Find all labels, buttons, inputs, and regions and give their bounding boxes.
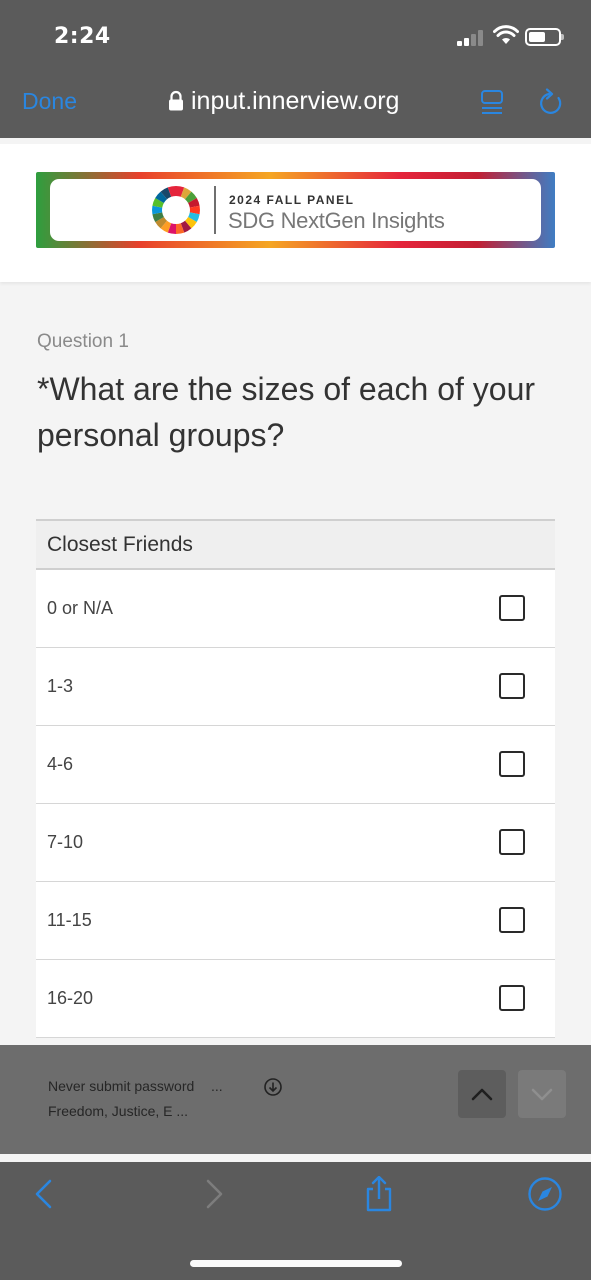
checkbox[interactable] bbox=[499, 829, 525, 855]
signal-icon bbox=[457, 28, 485, 46]
previous-field-button[interactable] bbox=[458, 1070, 506, 1118]
checkbox[interactable] bbox=[499, 907, 525, 933]
checkbox[interactable] bbox=[499, 751, 525, 777]
reader-mode-icon[interactable] bbox=[480, 88, 504, 118]
autofill-more[interactable]: ... bbox=[211, 1078, 223, 1094]
web-page: 2024 FALL PANEL SDG NextGen Insights Que… bbox=[0, 138, 591, 1045]
table-header: Closest Friends bbox=[36, 519, 555, 570]
form-accessory-bar: Never submit password ... Freedom, Justi… bbox=[0, 1045, 591, 1154]
row-label: 7-10 bbox=[47, 832, 84, 852]
sdg-wheel-logo bbox=[152, 185, 200, 235]
chevron-down-icon bbox=[531, 1088, 553, 1101]
status-bar: 2:24 bbox=[0, 0, 591, 70]
compass-icon[interactable] bbox=[527, 1176, 563, 1212]
checkbox[interactable] bbox=[499, 673, 525, 699]
row-label: 16-20 bbox=[47, 988, 94, 1008]
table-row[interactable]: 0 or N/A bbox=[36, 570, 555, 648]
forward-icon[interactable] bbox=[196, 1176, 232, 1212]
row-label: 1-3 bbox=[47, 676, 74, 696]
banner-card: 2024 FALL PANEL SDG NextGen Insights bbox=[0, 144, 591, 282]
table-row[interactable]: 11-15 bbox=[36, 882, 555, 960]
checkbox[interactable] bbox=[499, 595, 525, 621]
battery-icon bbox=[525, 28, 564, 46]
table-row[interactable]: 16-20 bbox=[36, 960, 555, 1038]
back-icon[interactable] bbox=[26, 1176, 62, 1212]
wifi-icon bbox=[493, 25, 519, 44]
url-text: input.innerview.org bbox=[191, 86, 400, 115]
table-row[interactable]: 4-6 bbox=[36, 726, 555, 804]
done-button[interactable]: Done bbox=[22, 88, 77, 115]
question-number: Question 1 bbox=[37, 331, 129, 352]
banner-divider bbox=[214, 186, 216, 234]
home-indicator[interactable] bbox=[190, 1260, 402, 1267]
down-circle-icon[interactable] bbox=[263, 1077, 283, 1097]
share-icon[interactable] bbox=[361, 1176, 397, 1212]
browser-toolbar bbox=[0, 1162, 591, 1280]
separator bbox=[0, 1154, 591, 1162]
autofill-suggestion[interactable]: Never submit password bbox=[48, 1078, 194, 1094]
lock-icon bbox=[169, 90, 183, 111]
banner-kicker: 2024 FALL PANEL bbox=[229, 193, 355, 207]
address-bar[interactable]: input.innerview.org bbox=[168, 86, 399, 116]
row-label: 0 or N/A bbox=[47, 598, 114, 618]
table-row[interactable]: 7-10 bbox=[36, 804, 555, 882]
reload-icon[interactable] bbox=[537, 88, 565, 118]
table-row[interactable]: 1-3 bbox=[36, 648, 555, 726]
row-label: 4-6 bbox=[47, 754, 74, 774]
row-label: 11-15 bbox=[47, 910, 92, 930]
answer-table: Closest Friends 0 or N/A 1-3 4-6 7-10 11… bbox=[36, 519, 555, 1038]
autofill-suggestion[interactable]: Freedom, Justice, E ... bbox=[48, 1103, 188, 1119]
next-field-button[interactable] bbox=[518, 1070, 566, 1118]
banner-title: SDG NextGen Insights bbox=[228, 208, 445, 233]
browser-header: Done input.innerview.org bbox=[0, 70, 591, 138]
banner: 2024 FALL PANEL SDG NextGen Insights bbox=[36, 172, 555, 248]
status-time: 2:24 bbox=[54, 24, 111, 49]
chevron-up-icon bbox=[471, 1088, 493, 1101]
question-text: *What are the sizes of each of your pers… bbox=[37, 371, 536, 453]
checkbox[interactable] bbox=[499, 985, 525, 1011]
